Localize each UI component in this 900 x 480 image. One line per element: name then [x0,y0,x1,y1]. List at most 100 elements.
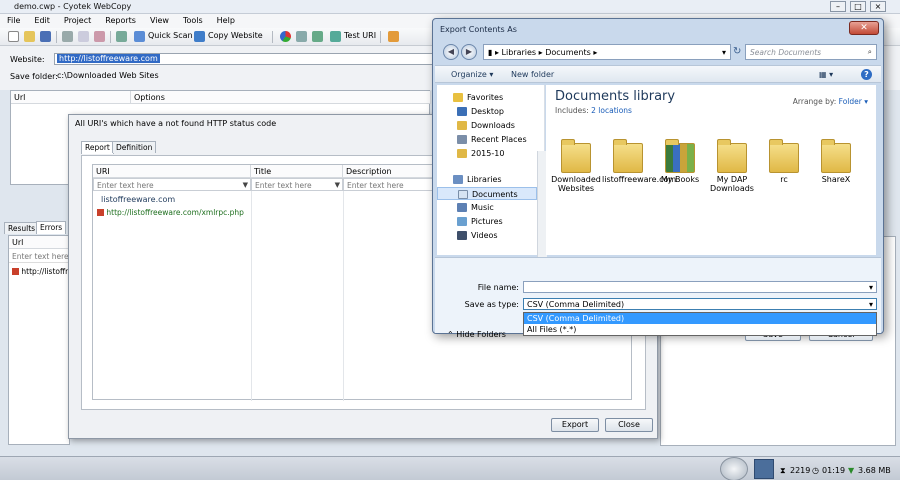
errors-row[interactable]: http://listoffre [12,267,70,276]
nav-desktop[interactable]: Desktop [437,105,537,118]
folder-item[interactable]: ShareX [810,139,862,184]
tab-report[interactable]: Report [81,141,114,154]
cut-icon[interactable] [62,31,73,42]
breadcrumb-documents[interactable]: Documents [545,48,591,57]
close-button[interactable]: × [870,1,886,12]
menu-view[interactable]: View [143,14,176,25]
tab-definition[interactable]: Definition [112,141,157,153]
options-icon[interactable] [388,31,399,42]
folder-item[interactable]: listoffreeware.com [602,139,676,184]
arrange-by-label: Arrange by: [792,97,837,106]
quick-scan-button[interactable]: Quick Scan [148,31,193,40]
hide-folders-label: Hide Folders [456,330,506,339]
open-icon[interactable] [24,31,35,42]
menu-edit[interactable]: Edit [27,14,57,25]
website-input[interactable]: http://listoffreeware.com [54,53,434,65]
option-all-files[interactable]: All Files (*.*) [524,324,876,335]
filter-icon[interactable]: ▼ [243,181,248,189]
chevron-down-icon[interactable]: ▾ [869,300,873,309]
nav-videos[interactable]: Videos [437,229,537,242]
tab-errors[interactable]: Errors [36,221,67,234]
save-as-type-select[interactable]: CSV (Comma Delimited) ▾ [523,298,877,310]
save-as-type-value: CSV (Comma Delimited) [527,300,625,309]
nav-recent-places[interactable]: Recent Places [437,133,537,146]
title-filter-input[interactable]: Enter text here ▼ [251,178,343,191]
path-breadcrumb[interactable]: ▮ ▸ Libraries ▸ Documents ▸ ▾ [483,44,731,60]
folder-label: My Books [660,175,700,184]
desktop-icon [457,107,467,116]
menu-reports[interactable]: Reports [98,14,143,25]
help-icon[interactable]: ? [861,69,872,80]
list-icon[interactable] [296,31,307,42]
nav-documents-label: Documents [472,190,518,199]
refresh-icon[interactable]: ↻ [733,46,741,57]
group-header[interactable]: listoffreeware.com [101,195,175,204]
menu-project[interactable]: Project [57,14,98,25]
paste-icon[interactable] [94,31,105,42]
nav-music[interactable]: Music [437,201,537,214]
includes-link[interactable]: 2 locations [591,106,632,115]
test-uri-button[interactable]: Test URI [344,31,376,40]
navigation-pane: Favorites Desktop Downloads Recent Place… [437,85,547,321]
chevron-down-icon[interactable]: ▾ [869,283,873,292]
description-filter-input[interactable]: Enter text here [343,178,433,191]
nav-libraries[interactable]: Libraries [437,173,537,186]
folder-item[interactable]: rc [758,139,810,184]
nav-downloads[interactable]: Downloads [437,119,537,132]
folder-item[interactable]: My DAP Downloads [706,139,758,193]
title-filter-placeholder: Enter text here [255,181,312,190]
tab-results[interactable]: Results [4,222,40,234]
report-row[interactable]: http://listoffreeware.com/xmlrpc.php [97,208,244,217]
organize-button[interactable]: Organize ▾ [451,70,493,79]
copy-website-button[interactable]: Copy Website [208,31,263,40]
col-url[interactable]: Url [11,91,131,104]
hide-folders-button[interactable]: ⌃ Hide Folders [447,330,506,339]
arrange-by-dropdown[interactable]: Folder ▾ [839,97,868,106]
sitemap-icon[interactable] [312,31,323,42]
chevron-down-icon[interactable]: ▾ [722,48,726,57]
address-bar: ◀ ▶ ▮ ▸ Libraries ▸ Documents ▸ ▾ ↻ Sear… [439,41,879,63]
website-label: Website: [10,55,45,64]
uri-filter-input[interactable]: Enter text here ▼ [93,178,251,191]
new-folder-button[interactable]: New folder [511,70,554,79]
col-title[interactable]: Title [251,165,343,178]
errors-col-url[interactable]: Url [9,236,71,249]
save-folder-input[interactable]: c:\Downloaded Web Sites [54,70,434,82]
menu-help[interactable]: Help [210,14,242,25]
menu-tools[interactable]: Tools [176,14,210,25]
minimize-button[interactable]: – [830,1,846,12]
forward-icon[interactable]: ▶ [461,44,477,60]
search-input[interactable]: Search Documents ⌕ [745,44,877,60]
export-button[interactable]: Export [551,418,599,432]
copy-icon[interactable] [78,31,89,42]
new-icon[interactable] [8,31,19,42]
menu-file[interactable]: File [0,14,27,25]
nav-pictures[interactable]: Pictures [437,215,537,228]
errors-filter-input[interactable]: Enter text here [9,250,71,263]
close-dialog-button[interactable]: Close [605,418,653,432]
close-icon[interactable]: ✕ [849,21,879,35]
folder-icon [561,139,591,173]
nav-favorites[interactable]: Favorites [437,91,537,104]
nav-documents[interactable]: Documents [437,187,537,200]
breadcrumb-libraries[interactable]: Libraries [502,48,537,57]
save-icon[interactable] [40,31,51,42]
col-uri[interactable]: URI [93,165,251,178]
filter-icon[interactable]: ▼ [335,181,340,189]
status-time: 01:19 [822,466,846,475]
quick-scan-icon [134,31,145,42]
nav-2015-10[interactable]: 2015-10 [437,147,537,160]
report-chart-icon[interactable] [280,31,291,42]
option-csv[interactable]: CSV (Comma Delimited) [524,313,876,324]
file-name-input[interactable]: ▾ [523,281,877,293]
folder-item[interactable]: My Books [654,139,706,184]
search-icon[interactable]: ⌕ [868,47,872,57]
properties-icon[interactable] [116,31,127,42]
col-options[interactable]: Options [131,91,431,104]
download-monitor-icon[interactable] [754,459,774,479]
view-icon[interactable]: ▦ ▾ [819,70,833,79]
maximize-button[interactable]: □ [850,1,866,12]
nav-recent-places-label: Recent Places [471,135,527,144]
back-icon[interactable]: ◀ [443,44,459,60]
folder-item[interactable]: Downloaded Websites [550,139,602,193]
